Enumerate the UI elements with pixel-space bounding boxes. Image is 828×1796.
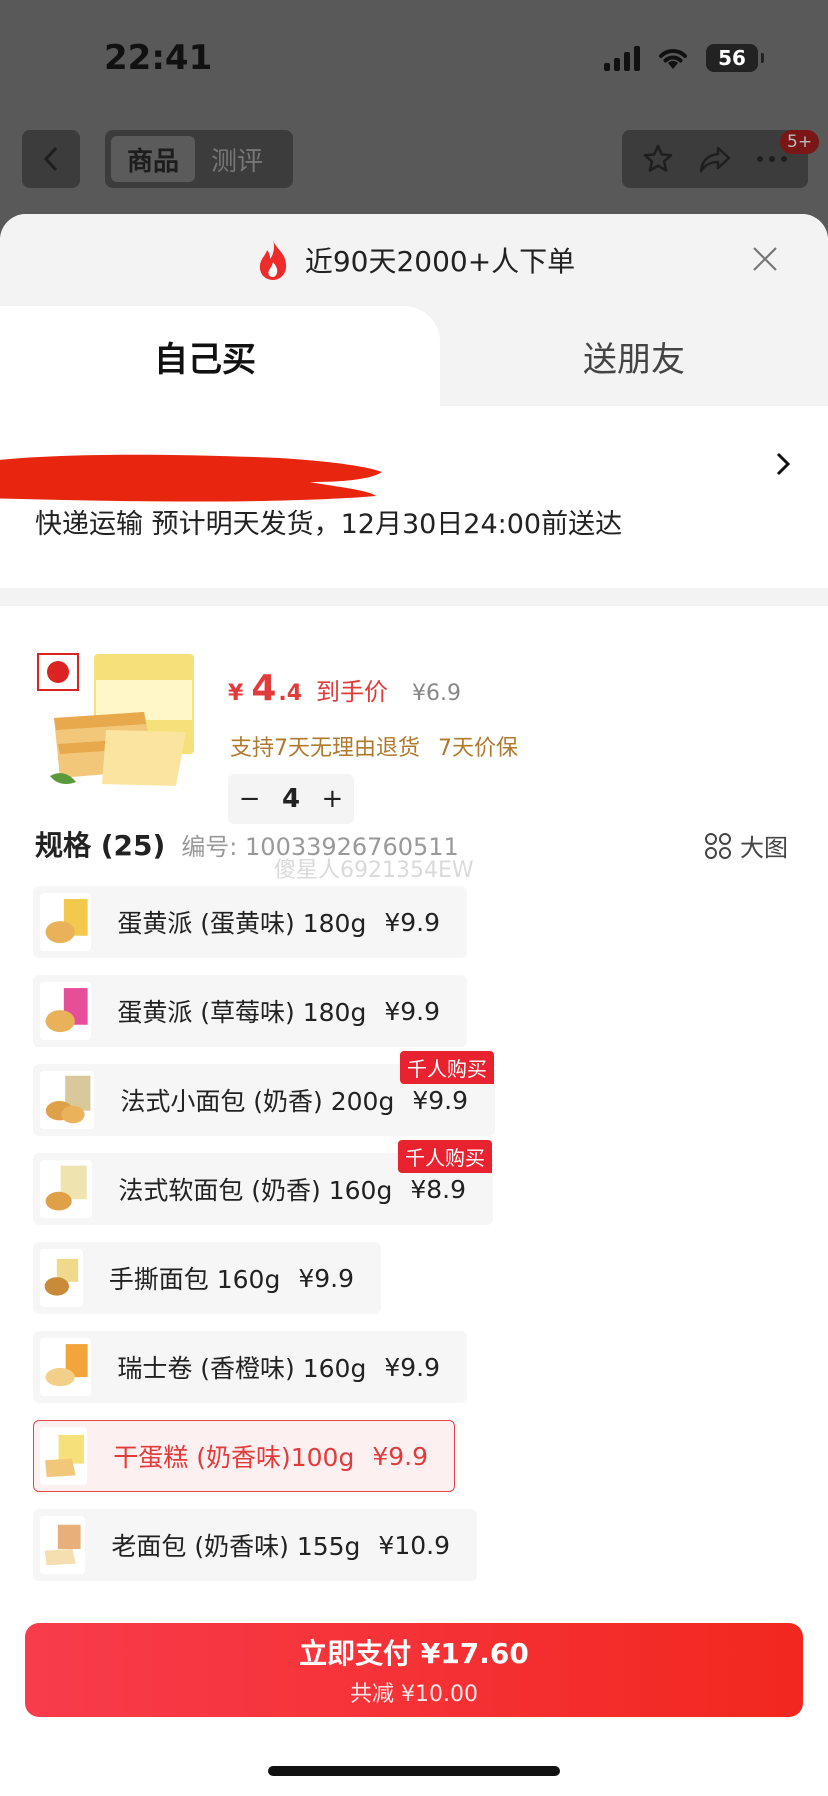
spec-item[interactable]: 老面包 (奶香味) 155g ¥10.9 [33, 1509, 477, 1581]
wifi-icon [659, 49, 687, 69]
spec-item[interactable]: 手撕面包 160g ¥9.9 [33, 1242, 381, 1314]
price-line: ¥ 4 .4 到手价 ¥6.9 [228, 668, 461, 709]
big-picture-toggle[interactable]: 大图 [704, 828, 788, 863]
guarantee-list: 支持7天无理由退货 7天价保 [230, 730, 518, 762]
spec-thumbnail [40, 1249, 83, 1307]
back-button[interactable] [22, 130, 80, 188]
buy-mode-tabs: 自己买 送朋友 [0, 306, 828, 406]
price-integer: 4 [251, 668, 277, 709]
sheet-header: 近90天2000+人下单 [0, 214, 828, 306]
spec-name: 手撕面包 160g [108, 1265, 281, 1294]
decrement-button[interactable]: − [239, 784, 261, 814]
chevron-right-icon [776, 452, 791, 476]
quantity-stepper: − 4 + [228, 774, 354, 824]
increment-button[interactable]: + [321, 784, 343, 814]
spec-item[interactable]: 蛋黄派 (蛋黄味) 180g ¥9.9 [33, 886, 467, 958]
section-divider [0, 588, 828, 606]
address-redaction [0, 454, 382, 502]
tab-buy-self[interactable]: 自己买 [0, 306, 440, 406]
big-picture-label: 大图 [740, 834, 788, 862]
spec-name: 干蛋糕 (奶香味)100g [113, 1443, 355, 1472]
spec-price: ¥9.9 [384, 907, 440, 937]
share-icon[interactable] [698, 144, 732, 174]
watermark: 傻星人6921354EW [274, 858, 474, 883]
quantity-value[interactable]: 4 [282, 784, 300, 814]
spec-name: 法式软面包 (奶香) 160g [118, 1176, 393, 1205]
spec-name: 法式小面包 (奶香) 200g [120, 1087, 395, 1116]
guarantee-price: 7天价保 [438, 736, 518, 761]
chevron-left-icon [43, 146, 58, 172]
spec-item[interactable]: 蛋黄派 (草莓味) 180g ¥9.9 [33, 975, 467, 1047]
page-tabs: 商品 测评 [105, 130, 293, 188]
final-price-label: 到手价 [316, 678, 389, 706]
spec-price: ¥9.9 [384, 996, 440, 1026]
product-image[interactable] [36, 652, 200, 800]
pay-now-button[interactable]: 立即支付 ¥17.60 共减 ¥10.00 [25, 1623, 803, 1717]
spec-thumbnail [40, 1071, 95, 1129]
spec-name: 蛋黄派 (草莓味) 180g [117, 998, 367, 1027]
tab-product[interactable]: 商品 [111, 136, 196, 182]
fire-icon [259, 240, 286, 280]
currency-symbol: ¥ [228, 681, 244, 706]
spec-name: 瑞士卷 (香橙味) 160g [117, 1354, 367, 1383]
spec-name: 蛋黄派 (蛋黄味) 180g [117, 909, 367, 938]
spec-item[interactable]: 法式小面包 (奶香) 200g ¥9.9 千人购买 [33, 1051, 495, 1136]
more-icon[interactable] [756, 154, 788, 164]
star-icon[interactable] [642, 143, 674, 175]
status-time: 22:41 [104, 38, 213, 78]
spec-item-selected[interactable]: 干蛋糕 (奶香味)100g ¥9.9 [33, 1420, 455, 1492]
spec-price: ¥9.9 [298, 1263, 354, 1293]
spec-item[interactable]: 法式软面包 (奶香) 160g ¥8.9 千人购买 [33, 1140, 493, 1225]
spec-price: ¥9.9 [384, 1352, 440, 1382]
cellular-signal-icon [604, 45, 640, 71]
battery-icon: 56 [706, 44, 764, 72]
product-summary: ¥ 4 .4 到手价 ¥6.9 支持7天无理由退货 7天价保 − 4 + [0, 606, 828, 836]
spec-price: ¥10.9 [378, 1530, 450, 1560]
spec-title: 规格 (25) [35, 829, 166, 862]
pay-discount: 共减 ¥10.00 [350, 1682, 478, 1707]
original-price: ¥6.9 [412, 681, 462, 706]
sheet-title: 近90天2000+人下单 [304, 245, 576, 278]
spec-thumbnail [40, 1516, 86, 1574]
message-badge: 5+ [780, 130, 820, 154]
spec-thumbnail [40, 1427, 88, 1485]
tab-send-friend[interactable]: 送朋友 [440, 306, 828, 406]
spec-price: ¥9.9 [412, 1085, 468, 1115]
shipping-info: 快递运输 预计明天发货，12月30日24:00前送达 [35, 509, 623, 540]
hot-tag: 千人购买 [400, 1051, 494, 1084]
close-icon[interactable] [750, 244, 780, 274]
status-icons: 56 [604, 44, 764, 72]
home-indicator [268, 1766, 560, 1776]
spec-item[interactable]: 瑞士卷 (香橙味) 160g ¥9.9 [33, 1331, 467, 1403]
spec-name: 老面包 (奶香味) 155g [111, 1532, 361, 1561]
pay-label: 立即支付 ¥17.60 [299, 1637, 529, 1670]
spec-list: 蛋黄派 (蛋黄味) 180g ¥9.9 蛋黄派 (草莓味) 180g ¥9.9 … [33, 886, 793, 1598]
tab-review[interactable]: 测评 [195, 136, 279, 182]
address-row[interactable]: 快递运输 预计明天发货，12月30日24:00前送达 [0, 406, 828, 588]
price-decimal: .4 [278, 681, 303, 706]
spec-thumbnail [40, 893, 92, 951]
spec-price: ¥8.9 [410, 1174, 466, 1204]
spec-thumbnail [40, 982, 92, 1040]
spec-thumbnail [40, 1160, 93, 1218]
spec-thumbnail [40, 1338, 92, 1396]
grid-icon [705, 832, 731, 859]
spec-price: ¥9.9 [372, 1441, 428, 1471]
hot-tag: 千人购买 [398, 1140, 492, 1173]
guarantee-return: 支持7天无理由退货 [230, 736, 420, 761]
